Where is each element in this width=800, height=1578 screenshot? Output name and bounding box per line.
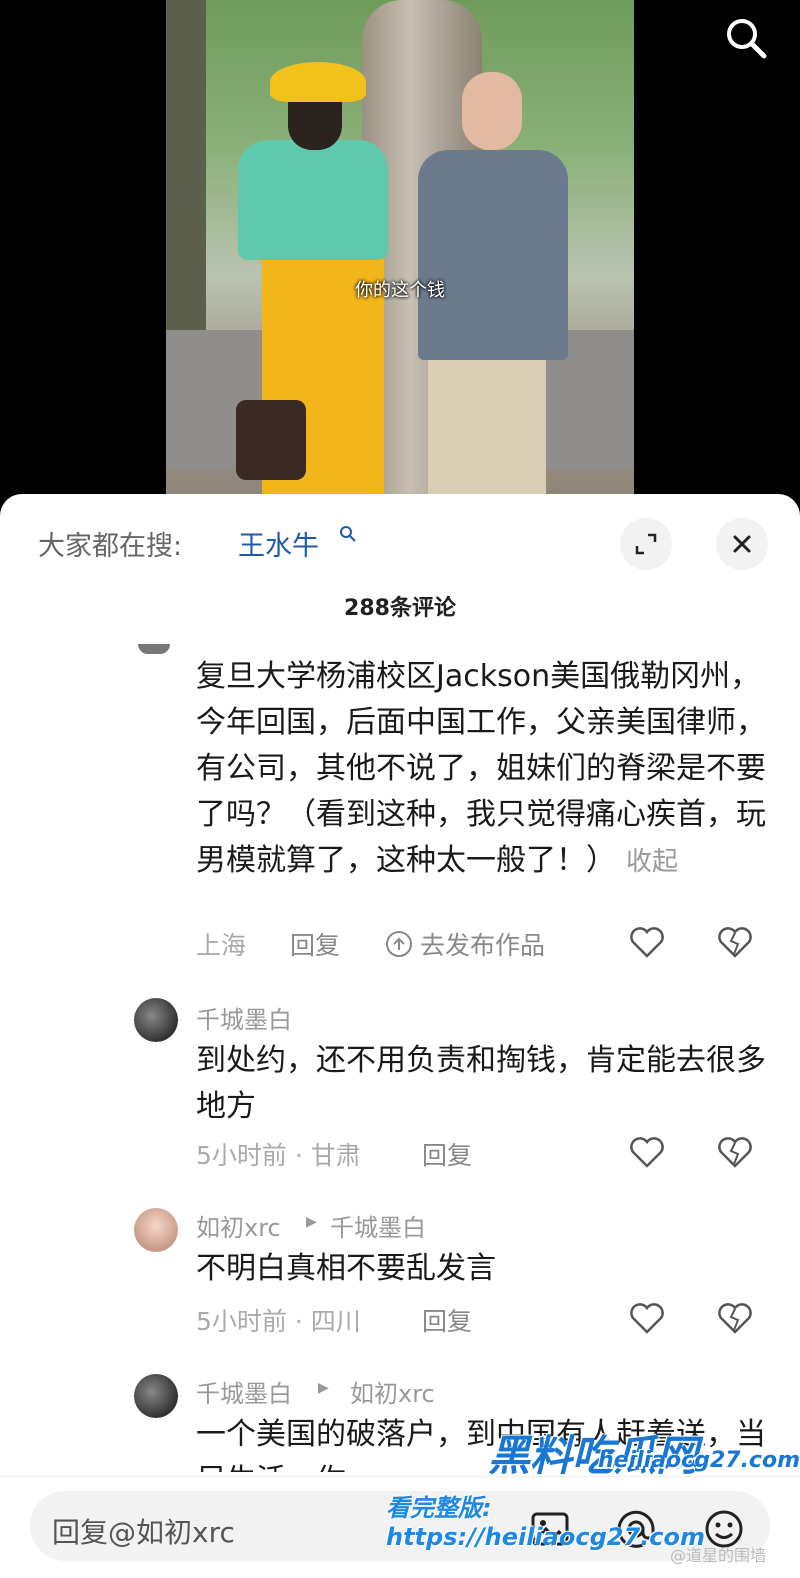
video-frame xyxy=(166,0,634,500)
comment-meta: 5小时前 · 四川 xyxy=(196,1307,361,1336)
woman-shirt xyxy=(238,140,388,260)
expand-icon xyxy=(635,533,657,555)
heart-icon xyxy=(630,1303,664,1334)
broken-heart-icon xyxy=(718,927,752,958)
man-pants xyxy=(428,350,546,500)
reply-arrow-icon: ▶ xyxy=(318,1380,329,1396)
search-icon xyxy=(727,19,767,59)
comment-username[interactable]: 千城墨白 xyxy=(196,1000,292,1035)
reply-button[interactable]: 回复 xyxy=(422,1302,472,1338)
collapse-link[interactable]: 收起 xyxy=(626,847,678,877)
heart-icon xyxy=(630,927,664,958)
comment-username[interactable]: 如初xrc xyxy=(196,1208,281,1243)
comment-location: 上海 xyxy=(196,931,247,960)
comment-body: 复旦大学杨浦校区Jackson美国俄勒冈州，今年回国，后面中国工作，父亲美国律师… xyxy=(196,659,766,878)
search-button[interactable] xyxy=(720,12,772,64)
woman-hat xyxy=(270,62,366,102)
broken-heart-icon xyxy=(718,1303,752,1334)
close-icon xyxy=(733,535,751,553)
close-button[interactable] xyxy=(716,518,768,570)
reply-placeholder: 回复@如初xrc xyxy=(52,1516,235,1549)
like-button[interactable] xyxy=(628,924,666,960)
watermark-corner: @道星的围墙 xyxy=(670,1546,767,1565)
video-player[interactable]: 你的这个钱 xyxy=(0,0,800,500)
watermark-logo: 黑料吃瓜网 heiliaocg27.com xyxy=(488,1422,800,1484)
like-button[interactable] xyxy=(628,1134,666,1170)
comment-username[interactable]: 千城墨白 xyxy=(196,1374,292,1409)
avatar[interactable] xyxy=(134,998,178,1042)
reply-to-username[interactable]: 千城墨白 xyxy=(330,1208,426,1243)
avatar[interactable] xyxy=(134,1208,178,1252)
reply-button[interactable]: 回复 xyxy=(422,1136,472,1172)
comment-meta: 5小时前 · 甘肃 xyxy=(196,1141,361,1170)
dislike-button[interactable] xyxy=(716,1300,754,1336)
handbag xyxy=(236,400,306,480)
hot-search-label: 大家都在搜: xyxy=(38,531,183,562)
dislike-button[interactable] xyxy=(716,1134,754,1170)
watermark-site: heiliaocg27.com xyxy=(598,1448,800,1473)
like-button[interactable] xyxy=(628,1300,666,1336)
tree-trunk-left xyxy=(166,0,206,360)
avatar[interactable] xyxy=(138,644,170,654)
comment-count: 288条评论 xyxy=(344,596,456,621)
comment-text: 到处约，还不用负责和掏钱，肯定能去很多地方 xyxy=(196,1043,766,1124)
avatar[interactable] xyxy=(134,1374,178,1418)
comment-text: 复旦大学杨浦校区Jackson美国俄勒冈州，今年回国，后面中国工作，父亲美国律师… xyxy=(196,654,766,885)
man-shirt xyxy=(418,150,568,360)
heart-icon xyxy=(630,1137,664,1168)
hot-search-link[interactable]: 王水牛 xyxy=(238,524,319,563)
man-head xyxy=(462,72,522,150)
search-icon xyxy=(340,526,356,542)
upload-icon xyxy=(386,931,412,957)
publish-label: 去发布作品 xyxy=(420,931,546,960)
publish-work-button[interactable]: 去发布作品 xyxy=(384,926,545,962)
reply-arrow-icon: ▶ xyxy=(306,1214,317,1230)
reply-button[interactable]: 回复 xyxy=(290,926,340,962)
reply-to-username[interactable]: 如初xrc xyxy=(350,1374,435,1409)
video-subtitle: 你的这个钱 xyxy=(355,280,445,301)
dislike-button[interactable] xyxy=(716,924,754,960)
broken-heart-icon xyxy=(718,1137,752,1168)
expand-button[interactable] xyxy=(620,518,672,570)
sheet-header: 大家都在搜: 王水牛 288条评论 xyxy=(0,494,800,621)
comment-sheet: 大家都在搜: 王水牛 288条评论 复旦大学杨浦校区Jackson美国俄勒冈州，… xyxy=(0,494,800,1578)
comment-text: 不明白真相不要乱发言 xyxy=(196,1251,496,1286)
